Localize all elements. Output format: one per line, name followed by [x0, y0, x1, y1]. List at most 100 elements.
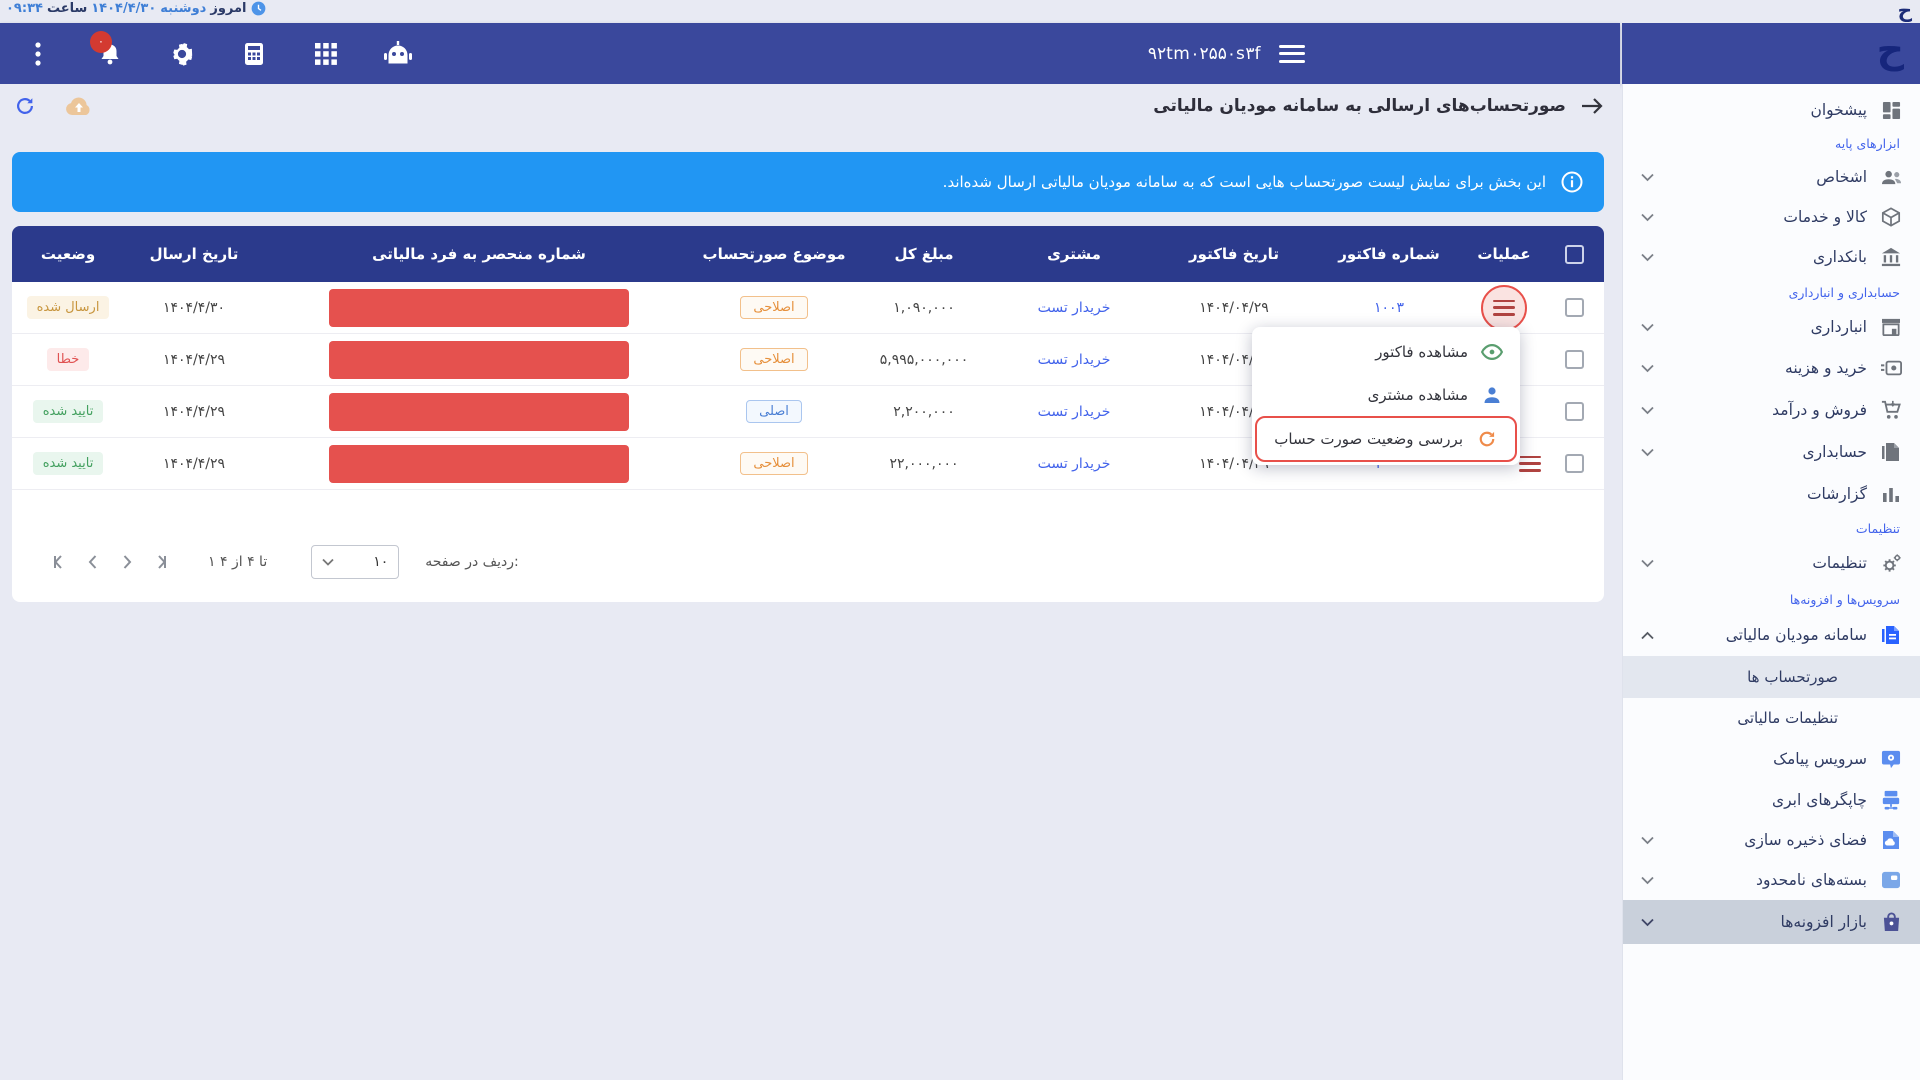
first-page-icon[interactable] [42, 545, 76, 579]
sidebar-item-settings[interactable]: تنظیمات [1623, 542, 1920, 584]
table-header-row: عملیات شماره فاکتور تاریخ فاکتور مشتری م… [12, 226, 1604, 282]
sidebar-item-dashboard[interactable]: پیشخوان [1623, 90, 1920, 130]
rows-per-page-select[interactable]: ۱۰ [311, 545, 399, 579]
workspace-code: ۹۲tm۰۲۵۵۰s۳f [1148, 44, 1261, 64]
send-date: ۱۴۰۴/۴/۲۹ [124, 352, 264, 368]
menu-item-label: مشاهده مشتری [1368, 386, 1468, 404]
redacted-tax-id [329, 445, 629, 483]
sidebar-section-accounting-inventory: حسابداری و انبارداری [1623, 277, 1920, 307]
sidebar-item-inventory[interactable]: انبارداری [1623, 307, 1920, 347]
chevron-down-icon [1641, 323, 1654, 332]
sidebar-item-label: صورتحساب ها [1747, 668, 1838, 686]
sidebar-item-purchases-expenses[interactable]: خرید و هزینه [1623, 347, 1920, 389]
last-page-icon[interactable] [144, 545, 178, 579]
header-invoice-number: شماره فاکتور [1314, 245, 1464, 263]
sidebar-item-storage-space[interactable]: فضای ذخیره سازی [1623, 820, 1920, 860]
bar-chart-icon [1880, 483, 1902, 505]
back-arrow-icon[interactable] [1580, 96, 1604, 116]
row-checkbox[interactable] [1565, 298, 1584, 317]
subject-badge: اصلاحی [740, 296, 807, 319]
row-checkbox[interactable] [1565, 454, 1584, 473]
sidebar-subitem-invoices[interactable]: صورتحساب ها [1623, 656, 1920, 698]
menu-item-view-invoice[interactable]: مشاهده فاکتور [1252, 330, 1520, 373]
customer-link[interactable]: خریدار تست [1038, 404, 1111, 420]
sidebar-item-label: تنظیمات [1812, 554, 1867, 572]
cloud-upload-icon[interactable] [64, 94, 94, 118]
sidebar-item-label: بسته‌های نامحدود [1756, 871, 1867, 889]
calculator-icon[interactable] [240, 40, 268, 68]
row-actions-menu-icon[interactable] [1519, 456, 1541, 472]
header-invoice-subject: موضوع صورتحساب [694, 245, 854, 263]
sidebar: پیشخوان ابزارهای پایه اشخاص کالا و خدمات… [1622, 84, 1920, 1080]
menu-item-check-invoice-status[interactable]: بررسی وضعیت صورت حساب [1255, 416, 1517, 462]
row-checkbox[interactable] [1565, 350, 1584, 369]
sidebar-toggle-icon[interactable] [1279, 45, 1305, 63]
customer-link[interactable]: خریدار تست [1038, 300, 1111, 316]
sms-service-icon [1880, 748, 1902, 770]
status-badge: ارسال شده [27, 296, 110, 319]
file-cloud-icon [1880, 829, 1902, 851]
sidebar-item-tax-moadian-system[interactable]: سامانه مودیان مالیاتی [1623, 614, 1920, 656]
sidebar-item-label: پیشخوان [1810, 101, 1867, 119]
page-title: صورتحساب‌های ارسالی به سامانه مودیان مال… [1153, 96, 1566, 116]
previous-page-icon[interactable] [76, 545, 110, 579]
weekday: دوشنبه [160, 1, 206, 16]
row-checkbox[interactable] [1565, 402, 1584, 421]
refresh-status-icon [1475, 427, 1499, 451]
sidebar-item-unlimited-packages[interactable]: بسته‌های نامحدود [1623, 860, 1920, 900]
more-dots-icon[interactable] [24, 40, 52, 68]
sidebar-item-label: اشخاص [1816, 168, 1867, 186]
store-icon [1880, 316, 1902, 338]
robot-assistant-icon[interactable] [384, 40, 412, 68]
sidebar-item-label: فروش و درآمد [1772, 401, 1867, 419]
notifications-bell-icon[interactable]: ۰ [96, 40, 124, 68]
chevron-down-icon [1641, 364, 1654, 373]
sidebar-item-label: بانکداری [1813, 248, 1867, 266]
sidebar-item-goods-services[interactable]: کالا و خدمات [1623, 197, 1920, 237]
header-tax-unique-number: شماره منحصر به فرد مالیاتی [264, 245, 694, 263]
sidebar-item-accounting[interactable]: حسابداری [1623, 431, 1920, 473]
sidebar-item-people[interactable]: اشخاص [1623, 157, 1920, 197]
chevron-down-icon [1641, 918, 1654, 927]
cash-icon [1880, 357, 1902, 379]
current-time: ۰۹:۳۴ [6, 1, 43, 16]
chevron-down-icon [1641, 173, 1654, 182]
next-page-icon[interactable] [110, 545, 144, 579]
sidebar-item-label: سامانه مودیان مالیاتی [1726, 626, 1867, 644]
settings-gear-icon[interactable] [168, 40, 196, 68]
sidebar-item-label: چاپگرهای ابری [1772, 791, 1867, 809]
sidebar-section-settings: تنظیمات [1623, 515, 1920, 542]
redacted-tax-id [329, 289, 629, 327]
bank-icon [1880, 246, 1902, 268]
apps-grid-icon[interactable] [312, 40, 340, 68]
select-all-checkbox[interactable] [1565, 245, 1584, 264]
sidebar-item-sales-income[interactable]: فروش و درآمد [1623, 389, 1920, 431]
today-label: امروز [210, 1, 246, 16]
invoice-number-link[interactable]: ۱۰۰۳ [1374, 300, 1404, 316]
sidebar-item-sms-service[interactable]: سرویس پیامک [1623, 738, 1920, 780]
row-actions-menu-icon[interactable] [1493, 300, 1515, 316]
customer-link[interactable]: خریدار تست [1038, 352, 1111, 368]
cloud-printer-icon [1880, 789, 1902, 811]
top-strip: امروز دوشنبه ۱۴۰۴/۴/۳۰ ساعت ۰۹:۳۴ ح [0, 0, 1920, 23]
refresh-icon[interactable] [14, 95, 36, 117]
sidebar-item-cloud-printers[interactable]: چاپگرهای ابری [1623, 780, 1920, 820]
sidebar-item-banking[interactable]: بانکداری [1623, 237, 1920, 277]
status-badge: خطا [47, 348, 90, 371]
customer-link[interactable]: خریدار تست [1038, 456, 1111, 472]
sidebar-item-label: سرویس پیامک [1773, 750, 1867, 768]
sidebar-item-addons-market[interactable]: بازار افزونه‌ها [1623, 900, 1920, 944]
page-header: صورتحساب‌های ارسالی به سامانه مودیان مال… [0, 84, 1620, 128]
clock-icon [251, 1, 266, 16]
shopping-bag-icon [1880, 911, 1902, 933]
rows-per-page-value: ۱۰ [373, 554, 388, 570]
eye-icon [1480, 340, 1504, 364]
menu-item-view-customer[interactable]: مشاهده مشتری [1252, 373, 1520, 416]
row-actions-highlight [1481, 285, 1527, 331]
sidebar-item-reports[interactable]: گزارشات [1623, 473, 1920, 515]
pagination-range: ۱ تا ۴ از ۴ [208, 554, 267, 570]
info-banner-text: این بخش برای نمایش لیست صورتحساب هایی اس… [943, 173, 1546, 191]
current-date: ۱۴۰۴/۴/۳۰ [91, 1, 156, 16]
menu-item-label: مشاهده فاکتور [1375, 343, 1468, 361]
sidebar-subitem-tax-settings[interactable]: تنظیمات مالیاتی [1623, 698, 1920, 738]
